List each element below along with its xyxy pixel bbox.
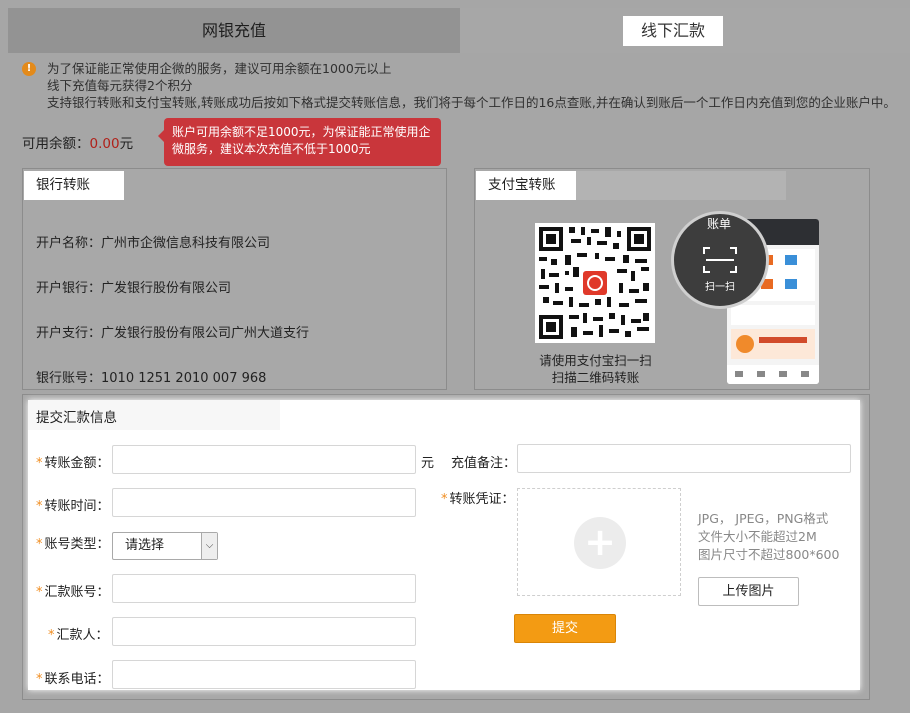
balance-unit: 元 (119, 136, 134, 152)
scan-label: 扫一扫 (705, 282, 735, 293)
remit-account-input[interactable] (112, 574, 416, 603)
warning-icon: ! (22, 62, 36, 76)
upload-hint: 图片尺寸不超过800*600 (698, 547, 840, 562)
amount-input[interactable] (112, 445, 416, 474)
voucher-label: * 转账凭证： (441, 488, 515, 507)
alipay-qr-code (535, 223, 655, 343)
upload-hint: JPG， JPEG，PNG格式 (698, 511, 829, 526)
balance-amount: 0.00 (89, 136, 120, 152)
phone-input[interactable] (112, 660, 416, 689)
plus-icon: + (574, 517, 626, 569)
notice-line: 线下充值每元获得2个积分 (47, 78, 193, 93)
bank-transfer-title: 银行转账 (24, 171, 124, 200)
amount-unit: 元 (421, 456, 435, 471)
bank-transfer-panel: 银行转账 开户名称：广州市企微信息科技有限公司 开户银行：广发银行股份有限公司 … (22, 168, 447, 390)
upload-hints: JPG， JPEG，PNG格式 文件大小不能超过2M 图片尺寸不超过800*60… (698, 510, 839, 564)
bank-name: 开户银行：广发银行股份有限公司 (36, 281, 232, 296)
form-title: 提交汇款信息 (36, 410, 117, 426)
bank-account-number: 银行账号：1010 1251 2010 007 968 (36, 371, 267, 386)
bank-branch: 开户支行：广发银行股份有限公司广州大道支行 (36, 326, 310, 341)
required-star: * (36, 537, 43, 552)
available-balance: 可用余额：0.00元 (22, 132, 133, 152)
tab-offline-remittance[interactable]: 线下汇款 (623, 16, 723, 46)
amount-label: * 转账金额： (36, 452, 110, 471)
notice-text: 为了保证能正常使用企微的服务，建议可用余额在1000元以上 线下充值每元获得2个… (47, 60, 896, 111)
remitter-label-text: 汇款人： (56, 628, 109, 643)
required-star: * (36, 499, 43, 514)
bill-label: 账单 (707, 217, 732, 231)
time-label: * 转账时间： (36, 495, 110, 514)
upload-hint: 文件大小不能超过2M (698, 529, 817, 544)
alipay-transfer-title: 支付宝转账 (476, 171, 576, 200)
remit-account-label: * 汇款账号： (36, 581, 110, 600)
balance-label: 可用余额： (22, 136, 90, 152)
required-star: * (36, 672, 43, 687)
qr-caption-line1: 请使用支付宝扫一扫 (539, 353, 652, 368)
alipay-transfer-panel: 支付宝转账 请使用支付宝扫一扫 扫描二维码转账 扫一扫 账单 (474, 168, 870, 390)
bank-account-name: 开户名称：广州市企微信息科技有限公司 (36, 236, 271, 251)
tab-online-banking[interactable]: 网银充值 (8, 8, 460, 53)
submit-button[interactable]: 提交 (514, 614, 616, 643)
transfer-time-input[interactable] (112, 488, 416, 517)
voucher-label-text: 转账凭证： (449, 492, 515, 507)
title-band (576, 171, 786, 200)
chevron-down-icon: ⌵ (201, 533, 217, 559)
required-star: * (36, 456, 43, 471)
account-type-select[interactable]: 请选择 ⌵ (112, 532, 218, 560)
notice-line: 为了保证能正常使用企微的服务，建议可用余额在1000元以上 (47, 61, 392, 76)
required-star: * (48, 628, 55, 643)
remark-label: 充值备注： (451, 456, 517, 471)
amount-label-text: 转账金额： (44, 456, 110, 471)
remitter-label: * 汇款人： (48, 624, 109, 643)
remit-account-label-text: 汇款账号： (44, 585, 110, 600)
notice-line: 支持银行转账和支付宝转账,转账成功后按如下格式提交转账信息，我们将于每个工作日的… (47, 95, 896, 110)
time-label-text: 转账时间： (44, 499, 110, 514)
phone-label-text: 联系电话： (44, 672, 110, 687)
account-type-value: 请选择 (125, 538, 165, 553)
tab-offline-wrap: 线下汇款 (460, 8, 910, 53)
account-type-label-text: 账号类型： (44, 537, 110, 552)
remittance-form: 提交汇款信息 * 转账金额： 元 * 转账时间： * 账号类型： 请选择 ⌵ * 汇款账… (28, 400, 860, 690)
remitter-input[interactable] (112, 617, 416, 646)
required-star: * (441, 492, 448, 507)
upload-image-button[interactable]: 上传图片 (698, 577, 799, 606)
account-type-label: * 账号类型： (36, 533, 110, 552)
qr-caption: 请使用支付宝扫一扫 扫描二维码转账 (523, 352, 668, 386)
remark-input[interactable] (517, 444, 851, 473)
voucher-upload-area[interactable]: + (517, 488, 681, 596)
required-star: * (36, 585, 43, 600)
qr-caption-line2: 扫描二维码转账 (551, 370, 640, 385)
recharge-tabs: 网银充值 线下汇款 (8, 8, 910, 53)
phone-label: * 联系电话： (36, 668, 110, 687)
low-balance-tooltip: 账户可用余额不足1000元，为保证能正常使用企微服务，建议本次充值不低于1000… (158, 118, 441, 166)
